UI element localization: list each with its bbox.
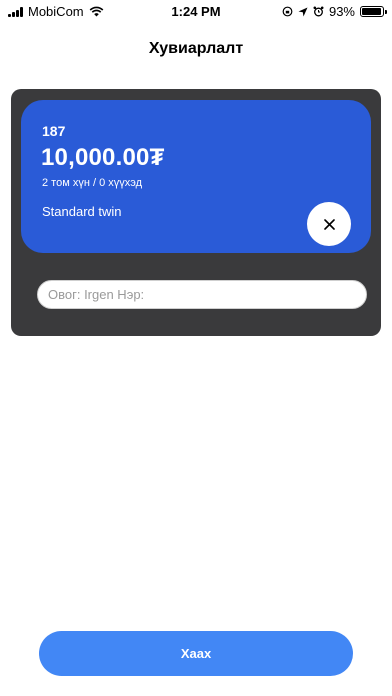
room-price: 10,000.00₮ bbox=[41, 144, 165, 171]
room-type: Standard twin bbox=[42, 204, 122, 219]
location-icon bbox=[298, 7, 308, 16]
rotation-lock-icon bbox=[282, 6, 293, 17]
assignment-panel: 187 10,000.00₮ 2 том хүн / 0 хүүхэд Stan… bbox=[11, 89, 381, 336]
remove-room-button[interactable] bbox=[307, 202, 351, 246]
status-right: 93% bbox=[282, 4, 387, 19]
page-title: Хувиарлалт bbox=[148, 40, 244, 57]
room-guests: 2 том хүн / 0 хүүхэд bbox=[42, 177, 143, 189]
close-icon bbox=[323, 218, 335, 230]
status-bar: MobiCom 1:24 PM 93% bbox=[0, 0, 392, 22]
battery-percent: 93% bbox=[328, 4, 355, 19]
battery-icon bbox=[360, 6, 387, 17]
guest-name-input[interactable] bbox=[37, 280, 367, 309]
room-number: 187 bbox=[42, 123, 66, 139]
alarm-icon bbox=[313, 6, 324, 17]
close-button[interactable]: Хаах bbox=[39, 631, 353, 676]
room-card: 187 10,000.00₮ 2 том хүн / 0 хүүхэд Stan… bbox=[21, 100, 371, 253]
